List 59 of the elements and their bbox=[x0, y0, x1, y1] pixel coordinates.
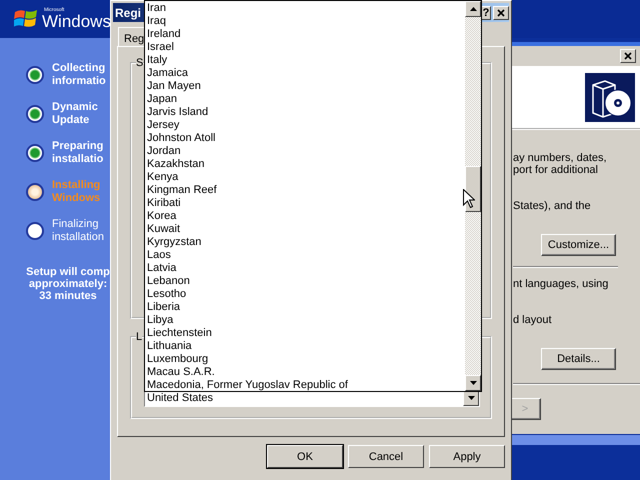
step-label: Dynamic Update bbox=[52, 101, 98, 127]
scrollbar[interactable] bbox=[465, 1, 481, 391]
down-arrow-icon bbox=[470, 381, 476, 385]
list-item[interactable]: Kyrgyzstan bbox=[145, 236, 465, 249]
details-button[interactable]: Details... bbox=[541, 348, 616, 370]
list-item[interactable]: Kenya bbox=[145, 171, 465, 184]
description-text: ay numbers, dates, port for additional bbox=[513, 152, 607, 176]
close-icon bbox=[497, 8, 505, 16]
list-item[interactable]: Luxembourg bbox=[145, 353, 465, 366]
up-arrow-icon bbox=[470, 7, 476, 11]
dialog-button[interactable]: Apply bbox=[429, 445, 505, 468]
list-item[interactable]: Laos bbox=[145, 249, 465, 262]
step-label: Preparing installatio bbox=[52, 140, 104, 166]
list-item[interactable]: Jamaica bbox=[145, 67, 465, 80]
product-name: Windows bbox=[42, 13, 111, 30]
dialog-button[interactable]: OK bbox=[267, 445, 343, 468]
customize-button[interactable]: Customize... bbox=[541, 234, 616, 256]
list-item[interactable]: Kuwait bbox=[145, 223, 465, 236]
list-item[interactable]: Liberia bbox=[145, 301, 465, 314]
down-arrow-icon bbox=[468, 396, 474, 400]
list-item[interactable]: Iraq bbox=[145, 15, 465, 28]
list-item[interactable]: Kiribati bbox=[145, 197, 465, 210]
group-label: S bbox=[136, 57, 144, 69]
group-label: L bbox=[136, 331, 142, 343]
list-item[interactable]: Kingman Reef bbox=[145, 184, 465, 197]
list-item[interactable]: Korea bbox=[145, 210, 465, 223]
list-item[interactable]: Liechtenstein bbox=[145, 327, 465, 340]
list-item[interactable]: Jan Mayen bbox=[145, 80, 465, 93]
list-item[interactable]: Japan bbox=[145, 93, 465, 106]
list-item[interactable]: Lesotho bbox=[145, 288, 465, 301]
scroll-up-button[interactable] bbox=[465, 1, 481, 17]
time-estimate: Setup will comp approximately: 33 minutes bbox=[26, 266, 110, 302]
close-icon bbox=[624, 52, 632, 60]
windows-flag-icon bbox=[14, 8, 38, 30]
list-item[interactable]: Johnston Atoll bbox=[145, 132, 465, 145]
list-item[interactable]: Lebanon bbox=[145, 275, 465, 288]
list-item[interactable]: Iran bbox=[145, 2, 465, 15]
window-title: Regi bbox=[115, 6, 142, 20]
step-label: Finalizing installation bbox=[52, 218, 104, 244]
list-item[interactable]: Lithuania bbox=[145, 340, 465, 353]
format-text: States), and the bbox=[513, 200, 591, 212]
list-item[interactable]: Libya bbox=[145, 314, 465, 327]
list-item[interactable]: Jordan bbox=[145, 145, 465, 158]
list-item[interactable]: Jersey bbox=[145, 119, 465, 132]
help-button[interactable]: ? bbox=[481, 6, 491, 20]
keyboard-text: d layout bbox=[513, 314, 552, 326]
scroll-down-button[interactable] bbox=[465, 375, 481, 391]
list-item[interactable]: Jarvis Island bbox=[145, 106, 465, 119]
list-item[interactable]: Macau S.A.R. bbox=[145, 366, 465, 379]
cursor-icon bbox=[463, 189, 475, 208]
languages-text: nt languages, using bbox=[513, 278, 608, 290]
list-item[interactable]: Italy bbox=[145, 54, 465, 67]
close-button[interactable] bbox=[620, 49, 636, 63]
step-label: Collecting informatio bbox=[52, 62, 106, 88]
list-item[interactable]: Latvia bbox=[145, 262, 465, 275]
dialog-button[interactable]: Cancel bbox=[348, 445, 424, 468]
close-button[interactable] bbox=[493, 6, 509, 20]
step-label: Installing Windows bbox=[52, 179, 100, 205]
list-item[interactable]: Kazakhstan bbox=[145, 158, 465, 171]
